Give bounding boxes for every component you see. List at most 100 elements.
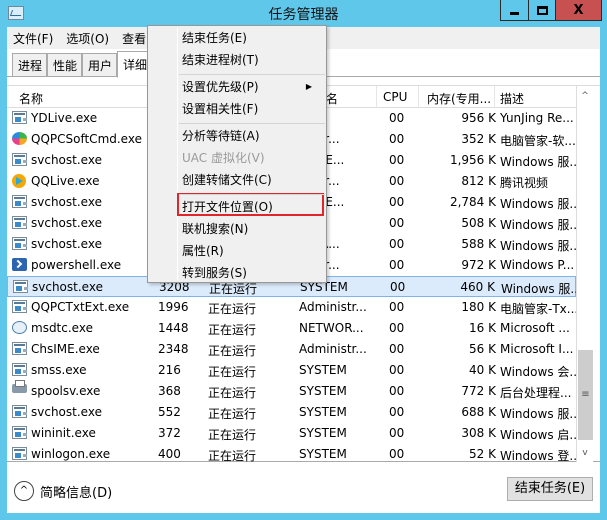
table-row[interactable]: QQPCTxtExt.exe 1996 正在运行 Administr... 00 180 … bbox=[7, 297, 578, 318]
process-memory: 40 K bbox=[469, 363, 496, 377]
fewer-details-link[interactable]: 简略信息(D) bbox=[40, 482, 112, 501]
vertical-scrollbar[interactable]: ^ ≡ v bbox=[576, 86, 593, 462]
close-button[interactable]: X bbox=[556, 0, 602, 21]
process-name: QQLive.exe bbox=[31, 174, 100, 188]
process-user: SYSTEM bbox=[299, 363, 347, 377]
context-menu-item[interactable]: 属性(R) bbox=[182, 241, 322, 261]
menu-file[interactable]: 文件(F) bbox=[13, 30, 53, 47]
process-memory: 56 K bbox=[469, 342, 496, 356]
process-memory: 460 K bbox=[460, 280, 495, 294]
menu-item-label: 创建转储文件(C) bbox=[182, 173, 272, 187]
context-menu-item[interactable]: 创建转储文件(C) bbox=[182, 170, 322, 190]
process-user: NETWOR... bbox=[299, 321, 364, 335]
header-memory[interactable]: 内存(专用... bbox=[427, 90, 491, 107]
tab-processes[interactable]: 进程 bbox=[12, 53, 48, 77]
process-memory: 688 K bbox=[461, 405, 496, 419]
chevron-up-icon[interactable]: ^ bbox=[14, 481, 34, 501]
tab-users[interactable]: 用户 bbox=[82, 53, 118, 77]
context-menu-item[interactable]: 设置相关性(F) bbox=[182, 99, 322, 119]
process-status: 正在运行 bbox=[208, 323, 257, 337]
menu-view[interactable]: 查看 bbox=[122, 30, 146, 47]
scroll-thumb[interactable]: ≡ bbox=[578, 350, 593, 440]
window-app-icon bbox=[12, 237, 27, 250]
process-description: Microsoft ... bbox=[500, 321, 570, 335]
table-row[interactable]: svchost.exe 552 正在运行 SYSTEM 00 688 K Windows 服… bbox=[7, 402, 581, 423]
minimize-button[interactable] bbox=[500, 0, 529, 21]
table-row[interactable]: smss.exe 216 正在运行 SYSTEM 00 40 K Windows 会... bbox=[7, 360, 581, 381]
context-menu-item[interactable]: 转到服务(S) bbox=[182, 263, 322, 283]
context-menu-item[interactable]: 结束进程树(T) bbox=[182, 50, 322, 70]
process-memory: 1,956 K bbox=[449, 153, 496, 167]
process-status: 正在运行 bbox=[208, 386, 257, 400]
table-row[interactable]: wininit.exe 372 正在运行 SYSTEM 00 308 K Windows 启… bbox=[7, 423, 581, 444]
menu-item-label: 设置优先级(P) bbox=[182, 80, 259, 94]
table-row[interactable]: spoolsv.exe 368 正在运行 SYSTEM 00 772 K 后台处理程... bbox=[7, 380, 576, 402]
table-row[interactable]: winlogon.exe 400 正在运行 SYSTEM 00 52 K Windows 登… bbox=[7, 444, 581, 465]
process-user: Administr... bbox=[299, 342, 367, 356]
process-status: 正在运行 bbox=[208, 449, 257, 463]
header-name[interactable]: 名称 bbox=[19, 90, 43, 107]
process-name: svchost.exe bbox=[31, 405, 102, 419]
process-user: SYSTEM bbox=[299, 405, 347, 419]
menu-separator bbox=[179, 194, 325, 195]
process-memory: 588 K bbox=[461, 237, 496, 251]
window-app-icon bbox=[12, 111, 27, 124]
header-username[interactable]: 名 bbox=[326, 90, 338, 107]
process-cpu: 00 bbox=[389, 111, 405, 125]
menu-separator bbox=[179, 123, 325, 124]
tab-performance[interactable]: 性能 bbox=[47, 53, 83, 77]
scroll-down-icon[interactable]: v bbox=[577, 445, 593, 462]
process-name: svchost.exe bbox=[32, 280, 103, 294]
process-name: svchost.exe bbox=[31, 153, 102, 167]
menu-item-label: 联机搜索(N) bbox=[182, 222, 249, 236]
process-cpu: 00 bbox=[390, 280, 406, 294]
context-menu-item[interactable]: 打开文件位置(O) bbox=[182, 197, 322, 217]
process-user: SYSTEM bbox=[299, 426, 347, 440]
process-description: Windows P... bbox=[500, 258, 575, 272]
table-row[interactable]: ChsIME.exe 2348 正在运行 Administr... 00 56 K Micr… bbox=[7, 339, 576, 360]
process-description: 后台处理程... bbox=[500, 386, 572, 400]
menu-item-label: 属性(R) bbox=[182, 244, 224, 258]
scroll-up-icon[interactable]: ^ bbox=[577, 88, 593, 105]
process-name: spoolsv.exe bbox=[31, 384, 101, 398]
end-task-button[interactable]: 结束任务(E) bbox=[507, 477, 593, 501]
table-row[interactable]: msdtc.exe 1448 正在运行 NETWOR... 00 16 K Microsof… bbox=[7, 318, 576, 339]
process-memory: 352 K bbox=[461, 132, 496, 146]
process-description: Windows 服... bbox=[500, 407, 581, 421]
window-app-icon bbox=[12, 195, 27, 208]
context-menu-item[interactable]: 结束任务(E) bbox=[182, 28, 322, 48]
context-menu-item[interactable]: 分析等待链(A) bbox=[182, 126, 322, 146]
process-pid: 552 bbox=[158, 405, 181, 419]
process-status: 正在运行 bbox=[208, 344, 257, 358]
process-description: Windows 服... bbox=[501, 282, 582, 296]
process-cpu: 00 bbox=[389, 258, 405, 272]
process-name: svchost.exe bbox=[31, 195, 102, 209]
context-menu-item[interactable]: 设置优先级(P) ▶ bbox=[182, 77, 322, 97]
window-app-icon bbox=[12, 216, 27, 229]
process-name: YDLive.exe bbox=[31, 111, 98, 125]
process-description: Windows 启... bbox=[500, 428, 581, 442]
maximize-button[interactable] bbox=[529, 0, 556, 21]
process-name: smss.exe bbox=[31, 363, 87, 377]
menu-item-label: 转到服务(S) bbox=[182, 266, 247, 280]
context-menu-item[interactable]: 联机搜索(N) bbox=[182, 219, 322, 239]
process-cpu: 00 bbox=[389, 363, 405, 377]
process-pid: 216 bbox=[158, 363, 181, 377]
window-app-icon bbox=[12, 363, 27, 376]
process-user: SYSTEM bbox=[299, 384, 347, 398]
process-pid: 2348 bbox=[158, 342, 189, 356]
menu-options[interactable]: 选项(O) bbox=[66, 30, 109, 47]
context-menu-item: UAC 虚拟化(V) bbox=[182, 148, 322, 168]
process-cpu: 00 bbox=[389, 237, 405, 251]
process-cpu: 00 bbox=[389, 216, 405, 230]
process-description: Microsoft I... bbox=[500, 342, 574, 356]
process-pid: 368 bbox=[158, 384, 181, 398]
menu-gutter bbox=[177, 28, 178, 280]
process-memory: 16 K bbox=[469, 321, 496, 335]
header-cpu[interactable]: CPU bbox=[383, 90, 407, 104]
header-description[interactable]: 描述 bbox=[500, 90, 524, 107]
process-memory: 52 K bbox=[469, 447, 496, 461]
title-bar: 任务管理器 X bbox=[0, 0, 607, 27]
process-description: 腾讯视频 bbox=[500, 176, 549, 190]
maximize-icon bbox=[536, 5, 548, 15]
